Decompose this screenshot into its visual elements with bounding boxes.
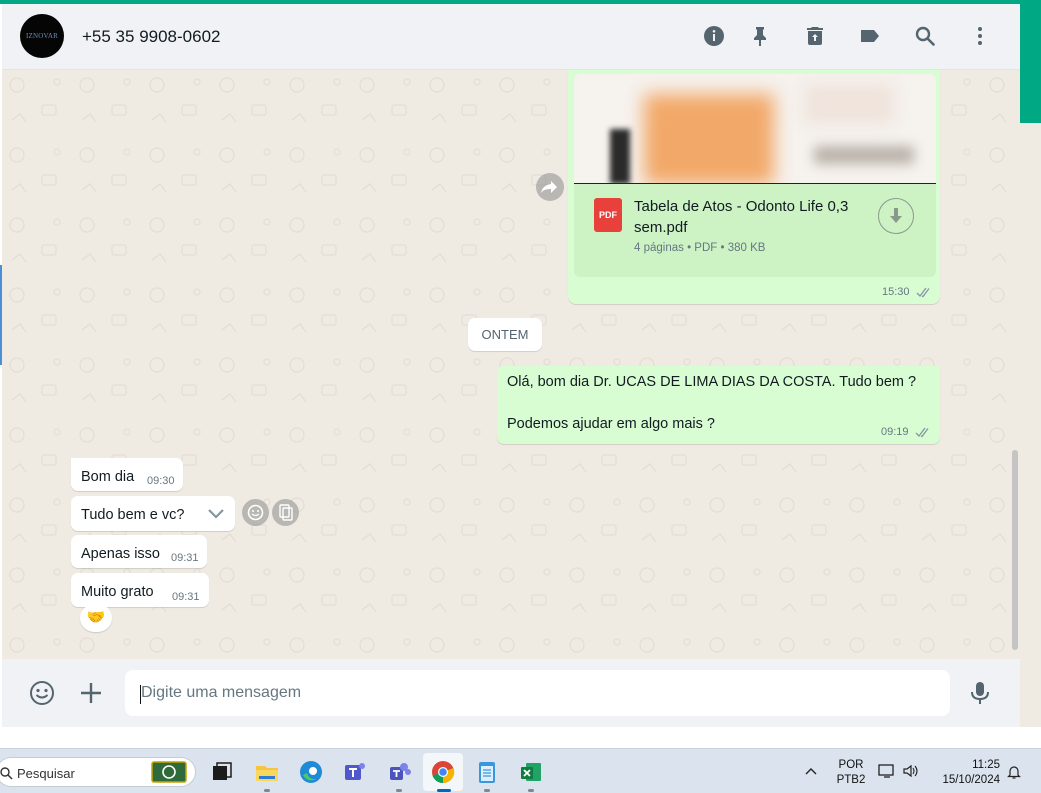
task-view-icon[interactable] xyxy=(207,758,235,786)
chrome-icon[interactable] xyxy=(429,758,457,786)
menu-icon[interactable] xyxy=(968,24,992,48)
incoming-message[interactable]: Tudo bem e vc? xyxy=(71,496,235,531)
pdf-file-icon: PDF xyxy=(594,198,622,232)
taskbar-search[interactable]: Pesquisar xyxy=(0,757,196,787)
accent-side-strip xyxy=(1020,4,1041,123)
active-app-indicator xyxy=(437,789,451,792)
file-explorer-icon[interactable] xyxy=(253,758,281,786)
message-time: 09:19 xyxy=(881,426,909,438)
document-meta: 4 páginas • PDF • 380 KB xyxy=(634,242,766,254)
day-separator: ONTEM xyxy=(468,318,542,351)
network-icon[interactable] xyxy=(878,763,896,779)
message-input[interactable] xyxy=(125,670,950,716)
copy-icon xyxy=(279,504,293,521)
download-button[interactable] xyxy=(878,198,914,234)
message-text-line-2: Podemos ajudar em algo mais ? xyxy=(507,416,715,432)
download-icon xyxy=(890,208,902,223)
window-bottom-edge xyxy=(0,727,1041,748)
contact-name[interactable]: +55 35 9908-0602 xyxy=(82,27,221,47)
notepad-icon[interactable] xyxy=(473,758,501,786)
language-indicator-line1[interactable]: POR xyxy=(834,759,868,771)
document-file-name: Tabela de Atos - Odonto Life 0,3 sem.pdf xyxy=(634,198,849,236)
read-ticks-icon xyxy=(916,287,930,298)
react-button[interactable] xyxy=(242,499,269,526)
message-text-line-1: Olá, bom dia Dr. UCAS DE LIMA DIAS DA CO… xyxy=(507,374,917,390)
taskbar-search-label: Pesquisar xyxy=(17,766,75,781)
reaction-handshake[interactable]: 🤝 xyxy=(80,604,112,632)
emoji-icon xyxy=(247,504,264,521)
incoming-message[interactable]: Muito grato 09:31 xyxy=(71,573,209,607)
avatar[interactable]: IZNOVAR xyxy=(20,14,64,58)
outgoing-message[interactable]: Olá, bom dia Dr. UCAS DE LIMA DIAS DA CO… xyxy=(497,366,940,444)
info-icon[interactable] xyxy=(702,24,726,48)
forward-button[interactable] xyxy=(536,173,564,201)
chevron-up-icon[interactable] xyxy=(804,765,818,777)
teams-icon[interactable] xyxy=(341,758,369,786)
window-edge xyxy=(1020,123,1041,748)
message-text: Tudo bem e vc? xyxy=(81,507,185,523)
message-text: Bom dia xyxy=(81,469,135,485)
search-icon xyxy=(0,767,13,780)
clock-date[interactable]: 15/10/2024 xyxy=(930,774,1000,786)
avatar-logo-text: IZNOVAR xyxy=(26,32,58,40)
incoming-message[interactable]: Apenas isso 09:31 xyxy=(71,535,207,568)
message-time: 09:31 xyxy=(172,591,200,603)
edge-browser-icon[interactable] xyxy=(297,758,325,786)
language-indicator-line2[interactable]: PTB2 xyxy=(834,774,868,786)
windows-taskbar: Pesquisar POR PTB2 11:25 15/10/2024 xyxy=(0,748,1041,793)
pin-icon[interactable] xyxy=(748,24,772,48)
attach-plus-icon[interactable] xyxy=(76,678,106,708)
clock-time[interactable]: 11:25 xyxy=(940,759,1000,771)
notification-bell-icon[interactable] xyxy=(1006,764,1022,780)
chat-header[interactable]: IZNOVAR +55 35 9908-0602 xyxy=(2,4,1020,70)
whatsapp-window: IZNOVAR +55 35 9908-0602 PDF Tabela de A… xyxy=(0,0,1041,793)
chat-scrollbar[interactable] xyxy=(1012,450,1018,650)
incoming-message[interactable]: Bom dia 09:30 xyxy=(71,458,183,491)
excel-icon[interactable] xyxy=(517,758,545,786)
message-text: Muito grato xyxy=(81,584,154,600)
document-card[interactable]: PDF Tabela de Atos - Odonto Life 0,3 sem… xyxy=(574,74,936,277)
search-highlight-icon xyxy=(151,761,187,783)
read-ticks-icon xyxy=(915,427,929,438)
microphone-icon[interactable] xyxy=(965,678,995,708)
document-message[interactable]: PDF Tabela de Atos - Odonto Life 0,3 sem… xyxy=(568,70,940,304)
teams-work-icon[interactable] xyxy=(385,758,413,786)
label-icon[interactable] xyxy=(858,24,882,48)
delete-icon[interactable] xyxy=(803,24,827,48)
chevron-down-icon[interactable] xyxy=(201,501,231,525)
message-time: 15:30 xyxy=(882,286,910,298)
copy-button[interactable] xyxy=(272,499,299,526)
message-composer xyxy=(2,659,1020,727)
forward-icon xyxy=(541,181,557,193)
volume-icon[interactable] xyxy=(902,764,918,778)
search-icon[interactable] xyxy=(913,24,937,48)
message-time: 09:31 xyxy=(171,552,199,564)
text-caret xyxy=(140,685,141,704)
document-preview[interactable] xyxy=(574,74,936,184)
emoji-icon[interactable] xyxy=(27,678,57,708)
message-text: Apenas isso xyxy=(81,546,160,562)
message-time: 09:30 xyxy=(147,475,175,487)
